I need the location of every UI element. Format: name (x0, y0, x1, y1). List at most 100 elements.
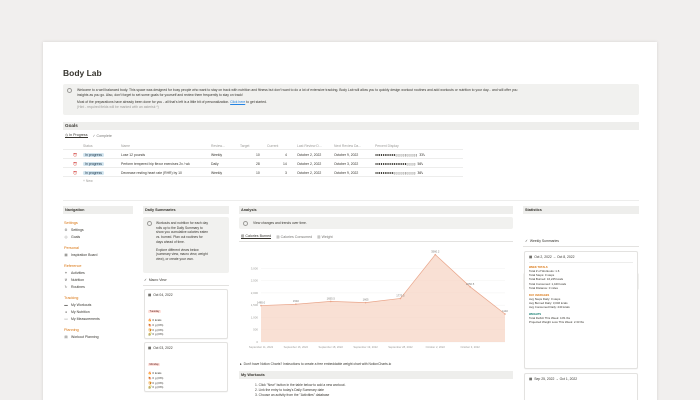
nav-activities[interactable]: ✦ Activities (64, 269, 132, 276)
data-point[interactable] (260, 304, 262, 307)
target-icon: ◎ (64, 234, 68, 239)
intro-line-2: insights as you go. Also, don't forget t… (77, 93, 243, 97)
nav-my-workouts[interactable]: ▬ My Workouts (64, 301, 132, 308)
daily-card[interactable]: ▦ Oct 04, 2022 Tuesday 🔥 0 kcals 🍖 0 g (0… (144, 289, 228, 339)
tab-calories-consumed[interactable]: ▥ Calories Consumed (276, 234, 312, 239)
table-row[interactable]: ⏰ In progress Decrease resting heart rat… (63, 168, 463, 177)
tab-in-progress[interactable]: ◷ In Progress (65, 133, 88, 138)
intro-line-3-end: to get started. (246, 100, 267, 104)
daily-card[interactable]: ▦ Oct 03, 2022 Monday 🔥 0 kcals 🍖 0 g (0%… (144, 342, 228, 392)
daily-title: Daily Summaries (145, 208, 176, 212)
nav-inspiration-board[interactable]: ▦ Inspiration Board (64, 251, 132, 258)
x-tick-label: September 11, 2022 (249, 345, 274, 349)
calendar-icon: ▤ (64, 334, 68, 339)
routine-icon: ↻ (64, 284, 68, 289)
weekly-card[interactable]: ▦ Oct 2, 2022 → Oct 8, 2022 WEEK TOTALS T… (524, 251, 638, 369)
kcal-value: 0 kcals (152, 371, 162, 375)
col-next-review[interactable]: Next Review Da... (334, 144, 361, 148)
status-badge: In progress (83, 152, 104, 157)
nav-routines[interactable]: ↻ Routines (64, 283, 132, 290)
data-point[interactable] (364, 301, 367, 304)
tab-weight-label: Weight (321, 234, 333, 239)
workouts-title: My Workouts (241, 373, 265, 377)
data-label: 1540 (293, 299, 299, 303)
stat-line: Projected Weight Loss This Week: 2.33 lb… (529, 320, 584, 325)
goal-last-review: October 2, 2022 (297, 161, 322, 166)
table-row[interactable]: ⏰ In progress Lose 12 pounds Weekly 10 4… (63, 150, 463, 159)
data-point[interactable] (504, 313, 506, 315)
col-current[interactable]: Current (267, 144, 278, 148)
chart-icon: ▥ (276, 234, 280, 239)
analysis-title: Analysis (241, 208, 257, 212)
status-badge: In progress (83, 170, 104, 175)
data-point[interactable] (434, 253, 437, 256)
tab-weight[interactable]: ▥ Weight (317, 234, 333, 239)
nav-settings[interactable]: ⚙ Settings (64, 226, 132, 233)
data-point[interactable] (329, 300, 332, 303)
weekly-summaries-tab[interactable]: ✓ Weekly Summaries (525, 239, 559, 243)
table-header-row: Status Name Review... Target Current Las… (63, 141, 463, 150)
nav-goals[interactable]: ◎ Goals (64, 233, 132, 240)
data-point[interactable] (295, 303, 297, 306)
col-last-review[interactable]: Last Review D... (297, 144, 322, 148)
stat-line: Avg Consumed Daily: 240 kcals (529, 305, 570, 310)
notion-charts-toggle[interactable]: ▸ Don't have Notion Charts? Instructions … (240, 362, 391, 366)
macro-line: 🥑 0 g (0%) (148, 332, 224, 337)
divider (523, 246, 639, 247)
workouts-steps: 1. Click "New" button in the table below… (255, 383, 346, 399)
nav-my-nutrition[interactable]: ● My Nutrition (64, 308, 132, 315)
macro-value: 0 g (0%) (152, 375, 164, 380)
calendar-icon: ▦ (148, 293, 152, 297)
view-icon: ✓ (144, 278, 147, 282)
nav-my-measurements[interactable]: ▭ My Measurements (64, 315, 132, 322)
week-range-text: Oct 2, 2022 → Oct 8, 2022 (534, 255, 575, 259)
statistics-title: Statistics (525, 208, 542, 212)
tab-complete-label: Complete (96, 133, 112, 138)
nav-workout-planning[interactable]: ▤ Workout Planning (64, 333, 132, 340)
click-here-link[interactable]: Click here (230, 100, 245, 104)
goal-percent: ▮▮▮▮▮▮▮▮▮▮▯▯▯▯▯▯▯▯▯▯▯▯ 30% (375, 170, 423, 175)
navigation-title: Navigation (65, 208, 85, 212)
macro-view-tab[interactable]: ✓ Macro View (144, 278, 167, 282)
status-badge: In progress (83, 161, 104, 166)
macro-value: 0 g (0%) (152, 332, 164, 337)
col-name[interactable]: Name (121, 144, 130, 148)
col-target[interactable]: Target (240, 144, 249, 148)
calendar-icon: ▦ (148, 346, 152, 350)
data-point[interactable] (469, 286, 471, 288)
col-review[interactable]: Review... (211, 144, 225, 148)
goals-header-bar (63, 122, 639, 130)
week-range: ▦ Sep 25, 2022 → Oct 1, 2022 (529, 377, 633, 381)
goal-review: Daily (211, 161, 219, 166)
data-label: 1140 (502, 309, 508, 313)
clock-icon: ◷ (65, 133, 69, 137)
goal-target: 28 (256, 161, 260, 166)
data-label: 1775.5 (396, 293, 405, 297)
tab-complete[interactable]: ✓ Complete (93, 133, 112, 138)
data-label: 3560.2 (431, 250, 440, 254)
weekly-summaries-label: Weekly Summaries (529, 239, 559, 243)
goal-name: Perform tempered hip flexor exercises 2x… (121, 161, 190, 166)
table-row[interactable]: ⏰ In progress Perform tempered hip flexo… (63, 159, 463, 168)
view-icon: ✓ (525, 239, 528, 243)
workouts-header-bar (239, 371, 513, 379)
divider (143, 285, 229, 286)
notion-charts-note: Don't have Notion Charts? Instructions t… (243, 362, 392, 366)
workouts-step: 3. Choose an activity from the "Activiti… (255, 393, 330, 398)
x-axis: September 11, 2022 September 16, 2022 Sept… (249, 345, 480, 349)
page: Body Lab Welcome to a well balanced body… (43, 42, 657, 400)
tab-calories-burned[interactable]: ▥ Calories Burned (241, 234, 272, 239)
x-tick-label: September 28, 2022 (388, 345, 413, 349)
nav-routines-label: Routines (71, 284, 85, 289)
col-percent[interactable]: Percent Display (375, 144, 399, 148)
goal-next-review: October 9, 2022 (334, 152, 359, 157)
data-point[interactable] (399, 297, 402, 300)
goals-table: Status Name Review... Target Current Las… (63, 141, 463, 185)
col-status[interactable]: Status (83, 144, 93, 148)
new-goal-button[interactable]: + New (83, 179, 93, 183)
new-goal-row[interactable]: + New (63, 177, 463, 185)
week-range: ▦ Oct 2, 2022 → Oct 8, 2022 (529, 255, 633, 259)
weekly-card[interactable]: ▦ Sep 25, 2022 → Oct 1, 2022 (524, 373, 638, 400)
nav-nutrition[interactable]: ❦ Nutrition (64, 276, 132, 283)
nav-nutrition-label: Nutrition (71, 277, 85, 282)
